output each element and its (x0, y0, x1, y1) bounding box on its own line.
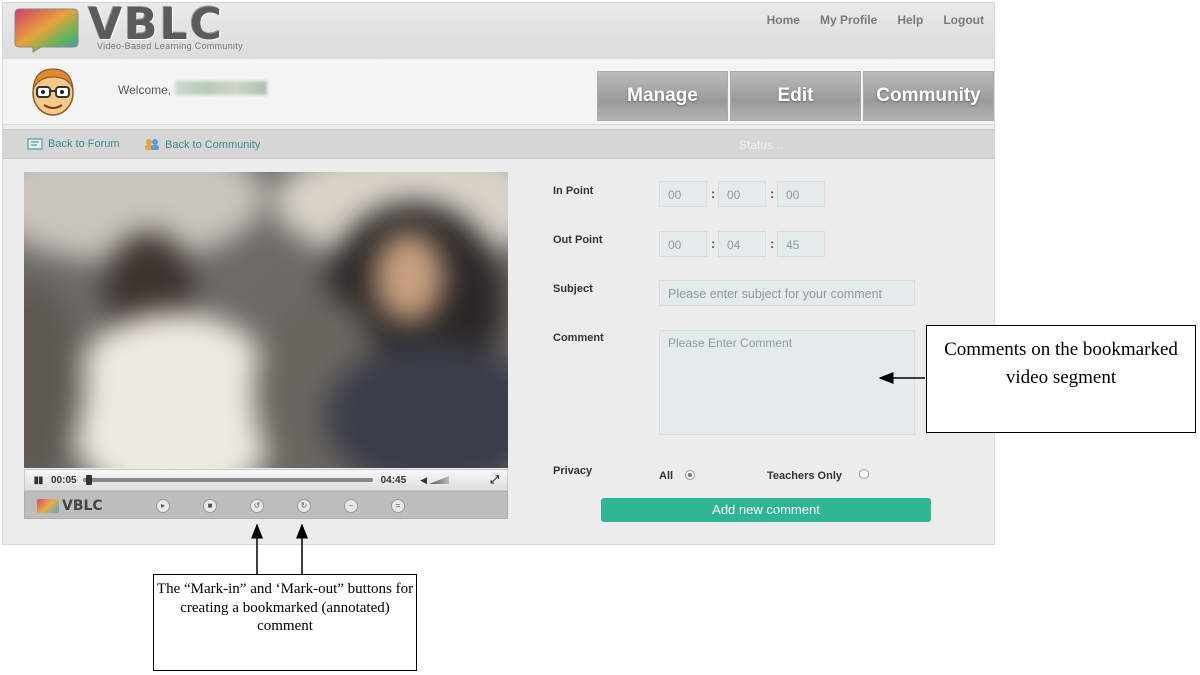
player-control-bar: ▮▮ 00:05 04:45 ◀ ⤢ (24, 469, 508, 491)
video-blurred-content (24, 172, 508, 468)
stop-button[interactable]: ■ (203, 499, 217, 513)
play-button[interactable]: ▸ (156, 499, 170, 513)
duration: 04:45 (380, 474, 407, 486)
privacy-label: Privacy (553, 465, 593, 477)
community-icon (145, 139, 159, 150)
status-text: Status... (739, 138, 784, 152)
mark-out-button[interactable]: ↻ (297, 499, 311, 513)
player-brand-text: VBLC (62, 498, 103, 514)
in-point-hours[interactable]: 00 (659, 181, 707, 207)
in-point-seconds[interactable]: 00 (777, 181, 825, 207)
forward-button[interactable]: = (391, 499, 405, 513)
colon-separator: : (711, 236, 716, 251)
in-point-label: In Point (553, 185, 594, 197)
player-brand: VBLC (37, 498, 103, 514)
colon-separator: : (770, 186, 775, 201)
comment-label: Comment (553, 332, 604, 344)
username-redacted (175, 81, 267, 95)
sub-nav-bar: Back to Forum Back to Community Status..… (3, 129, 994, 159)
volume-control[interactable]: ◀ (420, 474, 450, 486)
top-header: VBLC Video-Based Learning Community Home… (3, 3, 994, 59)
speaker-icon: ◀ (420, 474, 428, 485)
privacy-teachers-label: Teachers Only (767, 470, 842, 482)
user-band: Welcome, Manage Edit Community (3, 59, 994, 125)
add-comment-button[interactable]: Add new comment (601, 498, 931, 522)
mark-in-button[interactable]: ↺ (250, 499, 264, 513)
privacy-teachers-radio[interactable] (859, 469, 869, 479)
nav-home-link[interactable]: Home (767, 13, 800, 27)
out-point-label: Out Point (553, 234, 603, 246)
subject-input[interactable]: Please enter subject for your comment (659, 280, 915, 306)
nav-profile-link[interactable]: My Profile (820, 13, 877, 27)
out-point-hours[interactable]: 00 (659, 231, 707, 257)
brand-logo-icon (37, 499, 59, 513)
progress-handle[interactable] (85, 475, 92, 485)
progress-bar[interactable] (82, 475, 373, 485)
volume-slider[interactable] (429, 476, 450, 484)
annotation-toolbar: VBLC ▸ ■ ↺ ↻ – = (24, 491, 508, 519)
privacy-all-label: All (659, 470, 674, 482)
back-to-forum-label: Back to Forum (48, 138, 120, 150)
nav-help-link[interactable]: Help (897, 13, 923, 27)
tab-manage[interactable]: Manage (597, 71, 728, 121)
markin-callout: The “Mark-in” and ‘Mark-out” buttons for… (153, 574, 417, 671)
comment-textarea[interactable]: Please Enter Comment (659, 330, 915, 435)
top-nav: Home My Profile Help Logout (767, 13, 984, 27)
out-point-seconds[interactable]: 45 (777, 231, 825, 257)
video-frame[interactable] (24, 172, 508, 468)
subject-label: Subject (553, 283, 593, 295)
figure: VBLC Video-Based Learning Community Home… (0, 0, 1200, 675)
avatar[interactable] (25, 63, 81, 119)
logo-tagline: Video-Based Learning Community (97, 41, 243, 51)
colon-separator: : (711, 186, 716, 201)
back-to-community-label: Back to Community (165, 138, 261, 151)
back-to-community-link[interactable]: Back to Community (144, 138, 260, 151)
back-to-forum-link[interactable]: Back to Forum (27, 138, 120, 150)
rewind-button[interactable]: – (344, 499, 358, 513)
pause-icon[interactable]: ▮▮ (25, 475, 51, 486)
tab-edit[interactable]: Edit (730, 71, 861, 121)
logo-icon (11, 7, 81, 53)
welcome-label: Welcome, (118, 83, 172, 97)
tab-community[interactable]: Community (863, 71, 994, 121)
in-point-minutes[interactable]: 00 (718, 181, 766, 207)
fullscreen-icon[interactable]: ⤢ (490, 474, 499, 487)
colon-separator: : (770, 236, 775, 251)
out-point-minutes[interactable]: 04 (718, 231, 766, 257)
comments-callout: Comments on the bookmarked video segment (926, 325, 1196, 433)
privacy-all-radio[interactable] (685, 470, 695, 480)
nav-logout-link[interactable]: Logout (943, 13, 984, 27)
forum-icon (27, 138, 43, 150)
main-tabs: Manage Edit Community (595, 71, 994, 121)
current-time: 00:05 (51, 474, 77, 486)
